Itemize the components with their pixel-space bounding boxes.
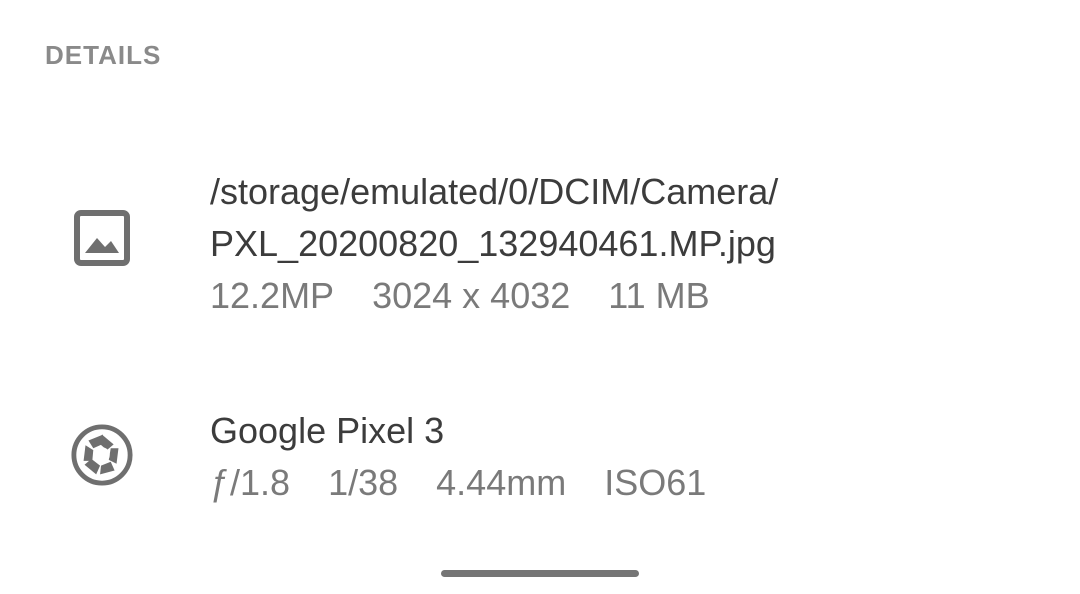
camera-details-text: Google Pixel 3 ƒ/1.8 1/38 4.44mm ISO61 xyxy=(210,405,744,509)
file-resolution: 12.2MP xyxy=(210,275,335,316)
details-header: DETAILS xyxy=(45,40,162,70)
file-dimensions: 3024 x 4032 xyxy=(372,275,571,316)
file-path-line-1: /storage/emulated/0/DCIM/Camera/ xyxy=(210,171,779,212)
gesture-nav-handle[interactable] xyxy=(441,570,639,577)
camera-settings: ƒ/1.8 1/38 4.44mm ISO61 xyxy=(210,457,744,509)
image-icon xyxy=(70,206,134,270)
file-details-text: /storage/emulated/0/DCIM/Camera/ PXL_202… xyxy=(210,166,778,322)
file-size: 11 MB xyxy=(608,275,710,316)
camera-aperture: ƒ/1.8 xyxy=(210,462,291,503)
camera-aperture-icon xyxy=(70,423,134,487)
camera-model: Google Pixel 3 xyxy=(210,410,445,451)
camera-shutter-speed: 1/38 xyxy=(328,462,399,503)
file-path-line-2: PXL_20200820_132940461.MP.jpg xyxy=(210,223,776,264)
camera-iso: ISO61 xyxy=(604,462,707,503)
camera-focal-length: 4.44mm xyxy=(436,462,567,503)
file-metadata: 12.2MP 3024 x 4032 11 MB xyxy=(210,270,778,322)
